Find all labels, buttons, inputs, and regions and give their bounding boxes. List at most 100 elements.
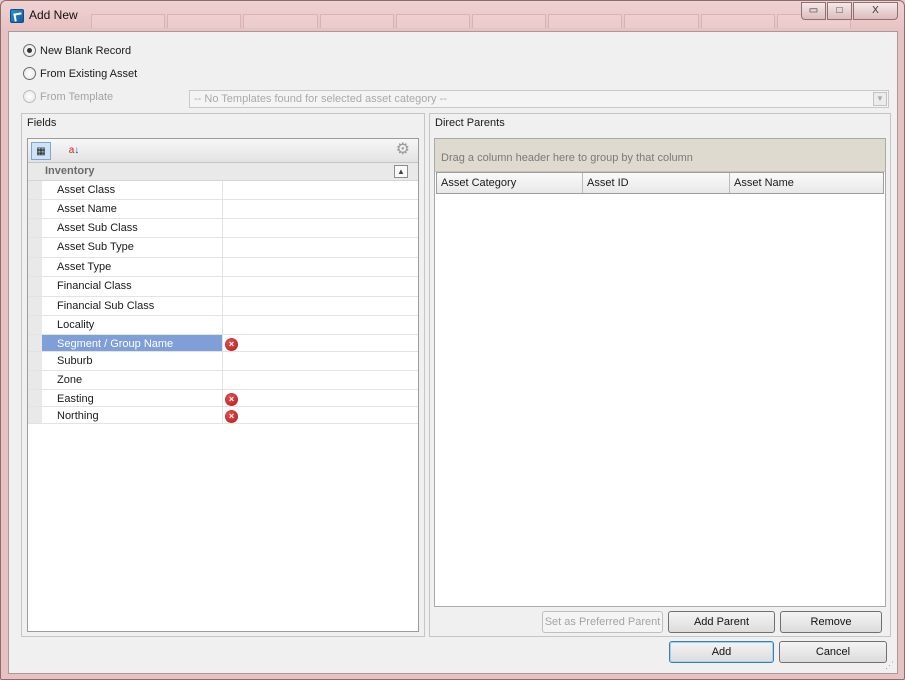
- row-gutter: [28, 297, 42, 315]
- fields-group: Fields ▦ a↓ ⚙ Inventory ▲ Asset Class Ass…: [21, 113, 425, 637]
- add-button[interactable]: Add: [669, 641, 774, 663]
- add-parent-button[interactable]: Add Parent: [668, 611, 775, 633]
- group-by-panel[interactable]: Drag a column header here to group by th…: [435, 139, 885, 172]
- row-gutter: [28, 219, 42, 237]
- grid-header: Asset Category Asset ID Asset Name: [436, 172, 884, 194]
- row-gutter: [28, 316, 42, 334]
- property-name: Segment / Group Name: [42, 335, 223, 351]
- property-value[interactable]: ×: [224, 390, 418, 406]
- column-asset-name[interactable]: Asset Name: [730, 173, 883, 193]
- property-name: Asset Name: [42, 200, 223, 218]
- error-icon: ×: [225, 338, 238, 351]
- add-new-window: Add New ▭ □ X New Blank Record From Exis…: [0, 0, 905, 680]
- direct-parents-group: Direct Parents Drag a column header here…: [429, 113, 891, 637]
- error-icon: ×: [225, 410, 238, 423]
- property-value[interactable]: [224, 219, 418, 237]
- title-bar[interactable]: Add New ▭ □ X: [1, 1, 904, 31]
- radio-from-existing[interactable]: [23, 67, 36, 80]
- property-name: Suburb: [42, 352, 223, 370]
- property-row[interactable]: Easting ×: [28, 390, 418, 407]
- direct-parents-title: Direct Parents: [435, 117, 505, 129]
- row-gutter: [28, 407, 42, 423]
- option-from-existing[interactable]: From Existing Asset: [23, 67, 137, 80]
- option-new-blank-label: New Blank Record: [40, 44, 132, 57]
- property-name: Financial Class: [42, 277, 223, 296]
- chevron-down-icon: ▼: [873, 92, 887, 106]
- resize-grip-icon[interactable]: ⋰: [885, 660, 894, 671]
- property-row[interactable]: Northing ×: [28, 407, 418, 424]
- property-value[interactable]: [224, 371, 418, 389]
- close-button[interactable]: X: [853, 2, 898, 20]
- option-from-template: From Template: [23, 90, 113, 103]
- sort-alphabetical-icon[interactable]: a↓: [64, 142, 84, 160]
- parents-grid: Drag a column header here to group by th…: [434, 138, 886, 607]
- option-from-existing-label: From Existing Asset: [40, 67, 138, 80]
- app-icon: [10, 9, 24, 23]
- minimize-button[interactable]: ▭: [801, 2, 826, 20]
- categorized-view-icon[interactable]: ▦: [31, 142, 51, 160]
- property-name: Asset Type: [42, 258, 223, 276]
- gear-icon[interactable]: ⚙: [396, 141, 410, 159]
- row-gutter: [28, 258, 42, 276]
- property-grid-toolbar: ▦ a↓ ⚙: [28, 139, 418, 163]
- property-name: Zone: [42, 371, 223, 389]
- category-label: Inventory: [45, 165, 95, 177]
- property-name: Asset Sub Class: [42, 219, 223, 237]
- radio-from-template: [23, 90, 36, 103]
- property-value[interactable]: [224, 200, 418, 218]
- property-row[interactable]: Segment / Group Name ×: [28, 335, 418, 352]
- row-gutter: [28, 181, 42, 199]
- property-value[interactable]: [224, 181, 418, 199]
- property-value[interactable]: [224, 316, 418, 334]
- property-row[interactable]: Asset Sub Type: [28, 238, 418, 258]
- property-row[interactable]: Zone: [28, 371, 418, 390]
- row-gutter: [28, 371, 42, 389]
- column-asset-id[interactable]: Asset ID: [583, 173, 730, 193]
- cancel-button[interactable]: Cancel: [779, 641, 887, 663]
- property-row[interactable]: Locality: [28, 316, 418, 335]
- property-row[interactable]: Financial Class: [28, 277, 418, 297]
- option-new-blank[interactable]: New Blank Record: [23, 44, 131, 57]
- background-tabs: [91, 14, 852, 28]
- property-value[interactable]: [224, 277, 418, 296]
- option-from-template-label: From Template: [40, 90, 114, 103]
- property-row[interactable]: Suburb: [28, 352, 418, 371]
- property-row[interactable]: Asset Sub Class: [28, 219, 418, 238]
- template-select: -- No Templates found for selected asset…: [189, 90, 889, 108]
- property-value[interactable]: [224, 238, 418, 257]
- property-value[interactable]: ×: [224, 335, 418, 351]
- template-select-text: -- No Templates found for selected asset…: [194, 93, 447, 105]
- fields-group-title: Fields: [27, 117, 57, 129]
- property-row[interactable]: Asset Name: [28, 200, 418, 219]
- collapse-icon[interactable]: ▲: [394, 165, 408, 178]
- row-gutter: [28, 390, 42, 406]
- property-name: Locality: [42, 316, 223, 334]
- property-name: Financial Sub Class: [42, 297, 223, 315]
- remove-button[interactable]: Remove: [780, 611, 882, 633]
- property-name: Asset Class: [42, 181, 223, 199]
- property-name: Northing: [42, 407, 223, 423]
- property-value[interactable]: [224, 297, 418, 315]
- maximize-button[interactable]: □: [827, 2, 852, 20]
- property-list: Asset Class Asset Name Asset Sub Class Asse…: [28, 181, 418, 424]
- property-value[interactable]: ×: [224, 407, 418, 423]
- property-grid: ▦ a↓ ⚙ Inventory ▲ Asset Class Asset Name…: [27, 138, 419, 632]
- property-name: Easting: [42, 390, 223, 406]
- radio-new-blank[interactable]: [23, 44, 36, 57]
- set-preferred-parent-button[interactable]: Set as Preferred Parent: [542, 611, 663, 633]
- column-asset-category[interactable]: Asset Category: [437, 173, 583, 193]
- row-gutter: [28, 352, 42, 370]
- error-icon: ×: [225, 393, 238, 406]
- property-name: Asset Sub Type: [42, 238, 223, 257]
- row-gutter: [28, 277, 42, 296]
- category-row[interactable]: Inventory ▲: [28, 163, 418, 181]
- window-title: Add New: [29, 8, 78, 22]
- window-controls: ▭ □ X: [801, 2, 898, 20]
- property-row[interactable]: Asset Type: [28, 258, 418, 277]
- property-row[interactable]: Asset Class: [28, 181, 418, 200]
- property-row[interactable]: Financial Sub Class: [28, 297, 418, 316]
- row-gutter: [28, 238, 42, 257]
- row-gutter: [28, 200, 42, 218]
- property-value[interactable]: [224, 258, 418, 276]
- property-value[interactable]: [224, 352, 418, 370]
